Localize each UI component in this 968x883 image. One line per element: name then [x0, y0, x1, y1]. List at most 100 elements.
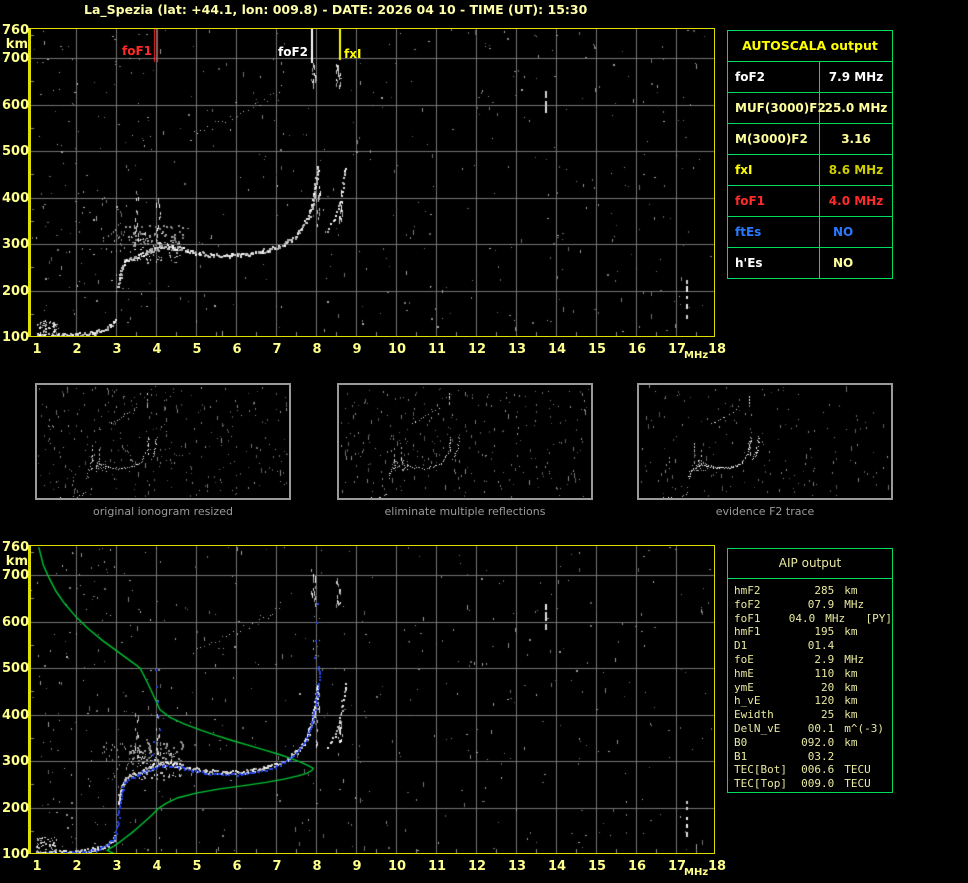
aip-value: 009.0: [801, 777, 835, 791]
aip-note: [884, 722, 892, 736]
aip-unit: [834, 639, 884, 653]
aip-value: 04.0: [788, 611, 816, 625]
top-y-tick-300: 300: [2, 237, 30, 252]
aip-name: B0: [734, 735, 748, 749]
top-x-tick-3: 3: [112, 342, 122, 357]
panel-evidence-canvas: [639, 385, 891, 498]
aip-unit: km: [844, 708, 858, 722]
aip-name: foF2: [734, 597, 761, 611]
aip-note: [884, 736, 892, 750]
aip-note: [884, 598, 892, 612]
aip-unit: MHz: [844, 597, 865, 611]
bottom-ionogram-chart: [28, 545, 715, 854]
aip-unit: km: [844, 666, 858, 680]
aip-note: [884, 639, 892, 653]
aip-name: TEC[Bot]: [734, 763, 787, 777]
aip-unit: MHz: [844, 652, 865, 666]
marker-label-foF2: foF2: [277, 45, 308, 59]
bottom-x-tick-18: 18: [707, 859, 727, 874]
station-title: La_Spezia (lat: +44.1, lon: 009.8) - DAT…: [84, 2, 588, 17]
top-x-tick-10: 10: [387, 342, 407, 357]
aip-value: 07.9: [807, 597, 835, 611]
aip-table-title: AIP output: [728, 549, 892, 579]
top-x-tick-12: 12: [467, 342, 487, 357]
bottom-y-tick-700: 700: [2, 568, 30, 583]
bottom-x-tick-11: 11: [427, 859, 447, 874]
bottom-x-tick-17: 17: [667, 859, 687, 874]
bottom-y-tick-600: 600: [2, 614, 30, 630]
aip-note: [884, 777, 892, 791]
aip-note: [884, 667, 892, 681]
autoscala-row-muf3000f2: MUF(3000)F2 25.0 MHz: [728, 93, 892, 124]
param-value: NO: [833, 256, 854, 270]
aip-name: foE: [734, 652, 754, 666]
bottom-y-tick-200: 200: [2, 800, 30, 816]
top-x-tick-6: 6: [232, 342, 242, 357]
top-x-tick-17: 17: [667, 342, 687, 357]
bottom-y-tick-100: 100: [2, 847, 30, 862]
aip-unit: km: [844, 625, 858, 639]
bottom-y-tick-760: 760: [2, 540, 30, 556]
aip-unit: [834, 750, 884, 764]
top-x-tick-8: 8: [312, 342, 322, 357]
panel-original-canvas: [37, 385, 289, 498]
autoscala-program-screen: La_Spezia (lat: +44.1, lon: 009.8) - DAT…: [0, 0, 968, 883]
panel-caption-evidence: evidence F2 trace: [715, 505, 815, 518]
param-name: foF2: [728, 62, 820, 92]
autoscala-row-fof2: foF2 7.9 MHz: [728, 62, 892, 93]
top-ionogram-chart: [28, 28, 715, 337]
aip-note: [884, 708, 892, 722]
aip-value: 03.2: [807, 749, 835, 763]
aip-name: hmF1: [734, 625, 761, 639]
aip-name: D1: [734, 639, 748, 653]
aip-name: h_vE: [734, 694, 761, 708]
bottom-x-tick-14: 14: [547, 859, 567, 874]
top-x-tick-11: 11: [427, 342, 447, 357]
aip-name: Ewidth: [734, 708, 774, 722]
aip-name: hmE: [734, 666, 754, 680]
aip-note: [884, 584, 892, 598]
marker-label-fxI: fxI: [344, 47, 362, 61]
bottom-x-tick-1: 1: [32, 859, 42, 874]
bottom-x-tick-13: 13: [507, 859, 527, 874]
marker-label-foF1: foF1: [121, 44, 152, 58]
bottom-x-tick-15: 15: [587, 859, 607, 874]
param-name: ftEs: [728, 217, 820, 247]
top-y-tick-200: 200: [2, 283, 30, 299]
aip-row-b1: B1 03.2: [734, 750, 892, 764]
aip-row-hmf1: hmF1 195 km: [734, 625, 892, 639]
aip-value: 00.1: [807, 721, 835, 735]
top-ionogram-canvas: [31, 29, 714, 336]
bottom-y-tick-500: 500: [2, 661, 30, 676]
autoscala-row-fof1: foF1 4.0 MHz: [728, 186, 892, 217]
top-x-tick-14: 14: [547, 342, 567, 357]
param-name: M(3000)F2: [728, 124, 820, 154]
top-y-tick-700: 700: [2, 51, 30, 66]
aip-row-b0: B0 092.0 km: [734, 736, 892, 750]
bottom-y-axis-unit: km: [5, 554, 28, 570]
aip-value: 01.4: [807, 639, 835, 653]
autoscala-row-ftes: ftEs NO: [728, 217, 892, 248]
panel-eliminate-reflections: [337, 383, 593, 500]
bottom-x-tick-9: 9: [352, 859, 362, 874]
param-value: 7.9 MHz: [828, 70, 884, 84]
aip-name: ymE: [734, 680, 754, 694]
top-y-axis-unit: km: [5, 37, 28, 53]
top-y-tick-400: 400: [2, 190, 30, 206]
aip-row-tectop: TEC[Top] 009.0 TECU: [734, 777, 892, 791]
autoscala-table-title: AUTOSCALA output: [728, 31, 892, 62]
autoscala-row-fxi: fxI 8.6 MHz: [728, 155, 892, 186]
aip-note: [884, 694, 892, 708]
top-x-tick-1: 1: [32, 342, 42, 357]
bottom-x-axis-unit: MHz: [684, 867, 709, 878]
aip-table-rows: hmF2 285 km foF2 07.9 MHz foF1 04.0 MHz [PY] hmF1 1…: [728, 579, 892, 791]
aip-value: 285: [814, 584, 835, 597]
aip-unit: km: [844, 735, 858, 749]
top-y-tick-760: 760: [2, 23, 30, 39]
param-value: 3.16: [841, 132, 871, 146]
aip-unit: TECU: [844, 763, 871, 777]
bottom-x-tick-6: 6: [232, 859, 242, 874]
aip-row-fof2: foF2 07.9 MHz: [734, 598, 892, 612]
top-x-tick-13: 13: [507, 342, 527, 357]
top-x-tick-2: 2: [72, 342, 82, 357]
